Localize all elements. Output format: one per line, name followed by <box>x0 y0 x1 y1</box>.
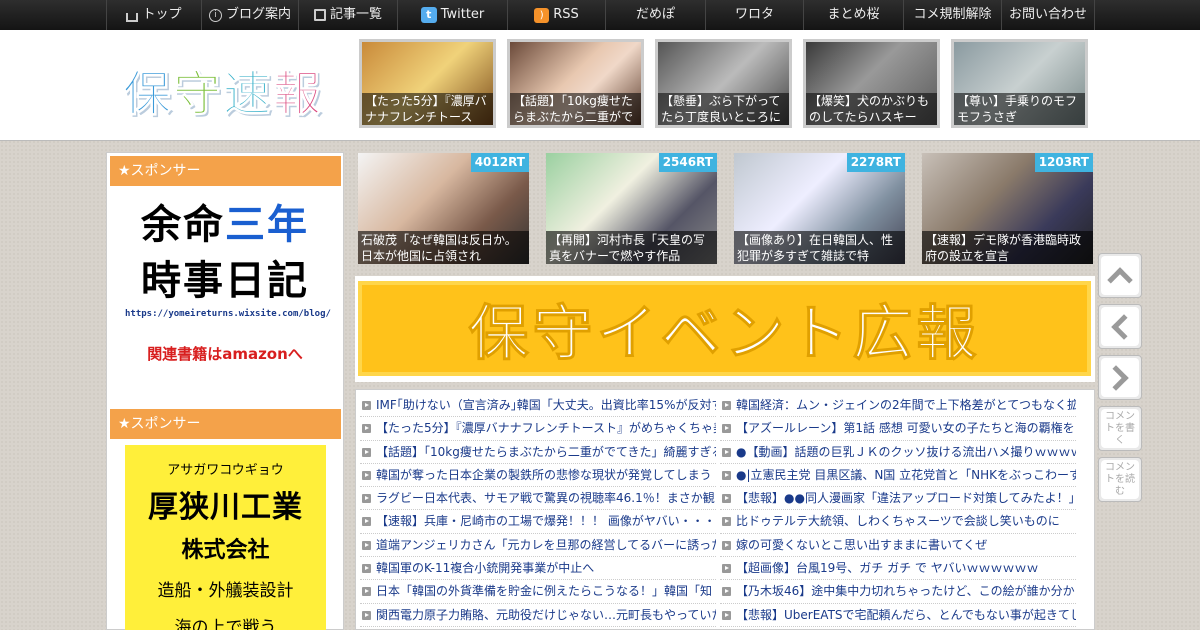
nav-twitter[interactable]: t Twitter <box>397 0 507 30</box>
site-logo[interactable]: 保守速報 <box>122 54 323 124</box>
nav-top[interactable]: トップ <box>106 0 201 30</box>
rt-article[interactable]: 1203RT 【速報】デモ隊が香港臨時政府の設立を宣言 <box>922 153 1093 264</box>
nav-matome-sakura[interactable]: まとめ桜 <box>803 0 903 30</box>
sponsor-ad-yomei[interactable]: 余命三年 時事日記 https://yomeireturns.wixsite.c… <box>125 197 331 379</box>
rss-icon: ) <box>534 7 550 23</box>
list-icon <box>313 9 326 21</box>
list-item[interactable]: 日本「韓国の外貨準備を貯金に例えたらこうなる！」韓国「知 <box>360 580 716 604</box>
nav-article-list[interactable]: 記事一覧 <box>298 0 397 30</box>
list-item[interactable]: 関西電力原子力賄賂、元助役だけじゃない…元町長もやっていた <box>360 604 716 627</box>
nav-comment-unblock[interactable]: コメ規制解除 <box>903 0 1001 30</box>
top-nav: トップ i ブログ案内 記事一覧 t Twitter ) RSS だめぽ ワロタ… <box>0 0 1200 30</box>
nav-blog-guide[interactable]: i ブログ案内 <box>201 0 298 30</box>
nav-damepo[interactable]: だめぽ <box>605 0 705 30</box>
list-item[interactable]: 【たった5分】『濃厚バナナフレンチトースト』がめちゃくちゃ美味しい <box>360 417 716 441</box>
list-item[interactable]: IMF｢助けない（宣言済み｣韓国「大丈夫。出資比率15%が反対すれば <box>360 394 716 418</box>
nav-rss[interactable]: ) RSS <box>507 0 605 30</box>
scroll-top-button[interactable] <box>1098 253 1142 298</box>
prev-article-button[interactable] <box>1098 304 1142 349</box>
chevron-left-icon <box>1111 313 1137 340</box>
list-item[interactable]: 【悲報】UberEATSで宅配頼んだら、とんでもない事が起きてしまう <box>720 604 1076 627</box>
header-thumb[interactable]: 【爆笑】犬のかぶりものしてたらハスキー <box>803 39 940 128</box>
list-item[interactable]: 韓国が奪った日本企業の製鉄所の悲惨な現状が発覚してしまう <box>360 464 716 488</box>
article-list: IMF｢助けない（宣言済み｣韓国「大丈夫。出資比率15%が反対すれば 【たった5… <box>355 389 1095 630</box>
article-list-right: 韓国経済：ムン・ジェインの2年間で上下格差がとてつもなく拡大 【アズールレーン】… <box>720 394 1076 627</box>
list-item[interactable]: ラグビー日本代表、サモア戦で驚異の視聴率46.1％！まさか観た <box>360 487 716 511</box>
list-item[interactable]: 比ドゥテルテ大統領、しわくちゃスーツで会談し笑いものに <box>720 510 1076 534</box>
list-item[interactable]: 韓国軍のK-11複合小銃開発事業が中止へ <box>360 557 716 581</box>
home-icon <box>126 12 139 22</box>
nav-warota[interactable]: ワロタ <box>705 0 803 30</box>
sponsor-heading: ★スポンサー <box>110 156 341 186</box>
next-article-button[interactable] <box>1098 355 1142 400</box>
header-thumb[interactable]: 【話題】「10kg痩せたらまぶたから二重がでてきた」 <box>507 39 644 128</box>
read-comment-button[interactable]: コメントを読む <box>1098 457 1142 502</box>
list-item[interactable]: 【速報】兵庫・尼崎市の工場で爆発！！！ 画像がヤバい・・・ <box>360 510 716 534</box>
list-item[interactable]: 道端アンジェリカさん「元カレを旦那の経営してるバーに誘った <box>360 534 716 558</box>
rt-badge: 4012RT <box>470 153 529 172</box>
chevron-right-icon <box>1103 364 1129 391</box>
amazon-link[interactable]: 関連書籍はamazonへ <box>125 343 325 364</box>
list-item[interactable]: ●|立憲民主党 目黒区議、N国 立花党首と「NHKをぶっこわーす <box>720 464 1076 488</box>
event-banner[interactable]: 保守イベント広報 <box>358 281 1091 376</box>
event-banner-wrap: 保守イベント広報 <box>355 276 1095 382</box>
list-item[interactable]: 【超画像】台風19号、ガチ ガチ で ヤバいｗｗｗｗｗｗ <box>720 557 1076 581</box>
list-item[interactable]: 嫁の可愛くないとこ思い出すままに書いてくぜ <box>720 534 1076 558</box>
sidebar: ★スポンサー 余命三年 時事日記 https://yomeireturns.wi… <box>106 152 344 630</box>
info-icon: i <box>208 8 222 22</box>
header-thumb[interactable]: 【たった5分】『濃厚バナナフレンチトースト』 <box>359 39 496 128</box>
chevron-up-icon <box>1107 266 1133 293</box>
header-thumb[interactable]: 【尊い】手乗りのモフモフうさぎ <box>951 39 1088 128</box>
nav-contact[interactable]: お問い合わせ <box>1001 0 1095 30</box>
twitter-icon: t <box>420 7 437 23</box>
rt-badge: 2546RT <box>658 153 717 172</box>
list-item[interactable]: 韓国経済：ムン・ジェインの2年間で上下格差がとてつもなく拡大 <box>720 394 1076 418</box>
rt-article[interactable]: 2278RT 【画像あり】在日韓国人、性犯罪が多すぎて雑誌で特 <box>734 153 905 264</box>
header-thumb[interactable]: 【懸垂】ぶら下がってたら丁度良いところに <box>655 39 792 128</box>
rt-badge: 2278RT <box>846 153 905 172</box>
rt-article[interactable]: 2546RT 【再開】河村市長「天皇の写真をバナーで燃やす作品 <box>546 153 717 264</box>
list-item[interactable]: 【乃木坂46】途中集中力切れちゃったけど、この絵が誰か分かる <box>720 580 1076 604</box>
rt-badge: 1203RT <box>1034 153 1093 172</box>
list-item[interactable]: 【悲報】●●同人漫画家「違法アップロード対策してみたよ！」 <box>720 487 1076 511</box>
list-item[interactable]: 【話題】「10kg痩せたらまぶたから二重がでてきた」綺麗すぎる <box>360 441 716 464</box>
sponsor-ad-asagawa[interactable]: アサガワコウギョウ 厚狭川工業 株式会社 造船・外艤装設計 海の上で戦う <box>125 445 326 630</box>
site-header: 保守速報 【たった5分】『濃厚バナナフレンチトースト』 【話題】「10kg痩せた… <box>0 30 1200 141</box>
list-item[interactable]: ●【動画】話題の巨乳ＪＫのクッソ抜ける流出ハメ撮りｗｗｗｗ <box>720 441 1076 464</box>
rt-article[interactable]: 4012RT 石破茂「なぜ韓国は反日か。日本が他国に占領され <box>358 153 529 264</box>
list-item[interactable]: 【アズールレーン】第1話 感想 可愛い女の子たちと海の覇権を <box>720 417 1076 441</box>
write-comment-button[interactable]: コメントを書く <box>1098 406 1142 451</box>
sponsor-heading: ★スポンサー <box>110 409 341 439</box>
article-list-left: IMF｢助けない（宣言済み｣韓国「大丈夫。出資比率15%が反対すれば 【たった5… <box>360 394 716 627</box>
